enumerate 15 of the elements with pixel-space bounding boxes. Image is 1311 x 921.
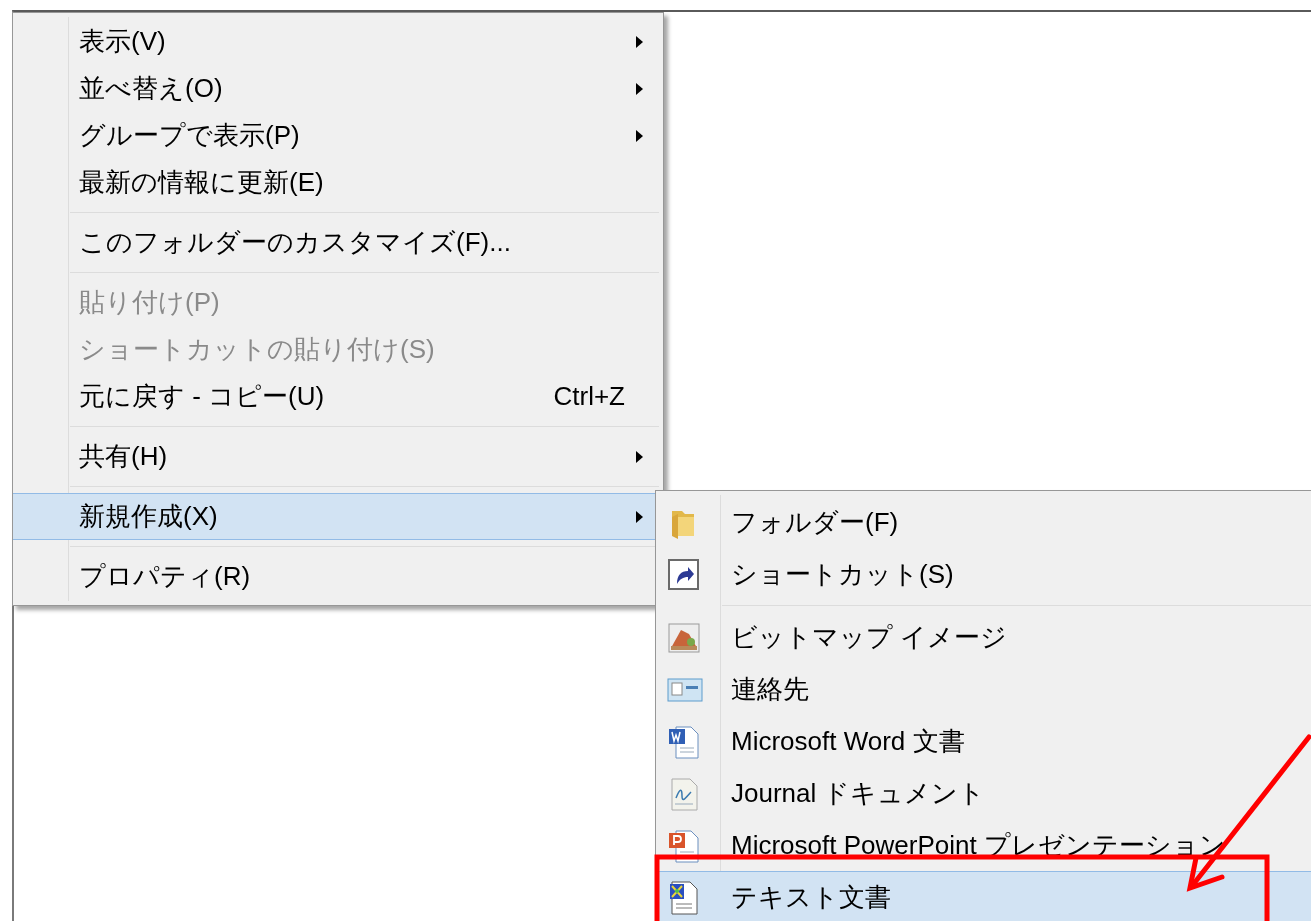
menu-item[interactable]: Journal ドキュメント: [656, 767, 1311, 819]
menu-item[interactable]: グループで表示(P): [13, 112, 663, 159]
menu-item[interactable]: 共有(H): [13, 433, 663, 480]
menu-item[interactable]: このフォルダーのカスタマイズ(F)...: [13, 219, 663, 266]
menu-item[interactable]: Microsoft Word 文書: [656, 715, 1311, 767]
word-document-icon: [666, 724, 702, 760]
menu-item[interactable]: 元に戻す - コピー(U) Ctrl+Z: [13, 373, 663, 420]
menu-item[interactable]: 並べ替え(O): [13, 65, 663, 112]
menu-item[interactable]: 連絡先: [656, 663, 1311, 715]
menu-item[interactable]: ビットマップ イメージ: [656, 611, 1311, 663]
paint-icon: [666, 620, 702, 656]
powerpoint-document-icon: [666, 828, 702, 864]
menu-item[interactable]: ショートカット(S): [656, 548, 1311, 600]
menu-item[interactable]: 最新の情報に更新(E): [13, 159, 663, 206]
menu-item[interactable]: 表示(V): [13, 18, 663, 65]
